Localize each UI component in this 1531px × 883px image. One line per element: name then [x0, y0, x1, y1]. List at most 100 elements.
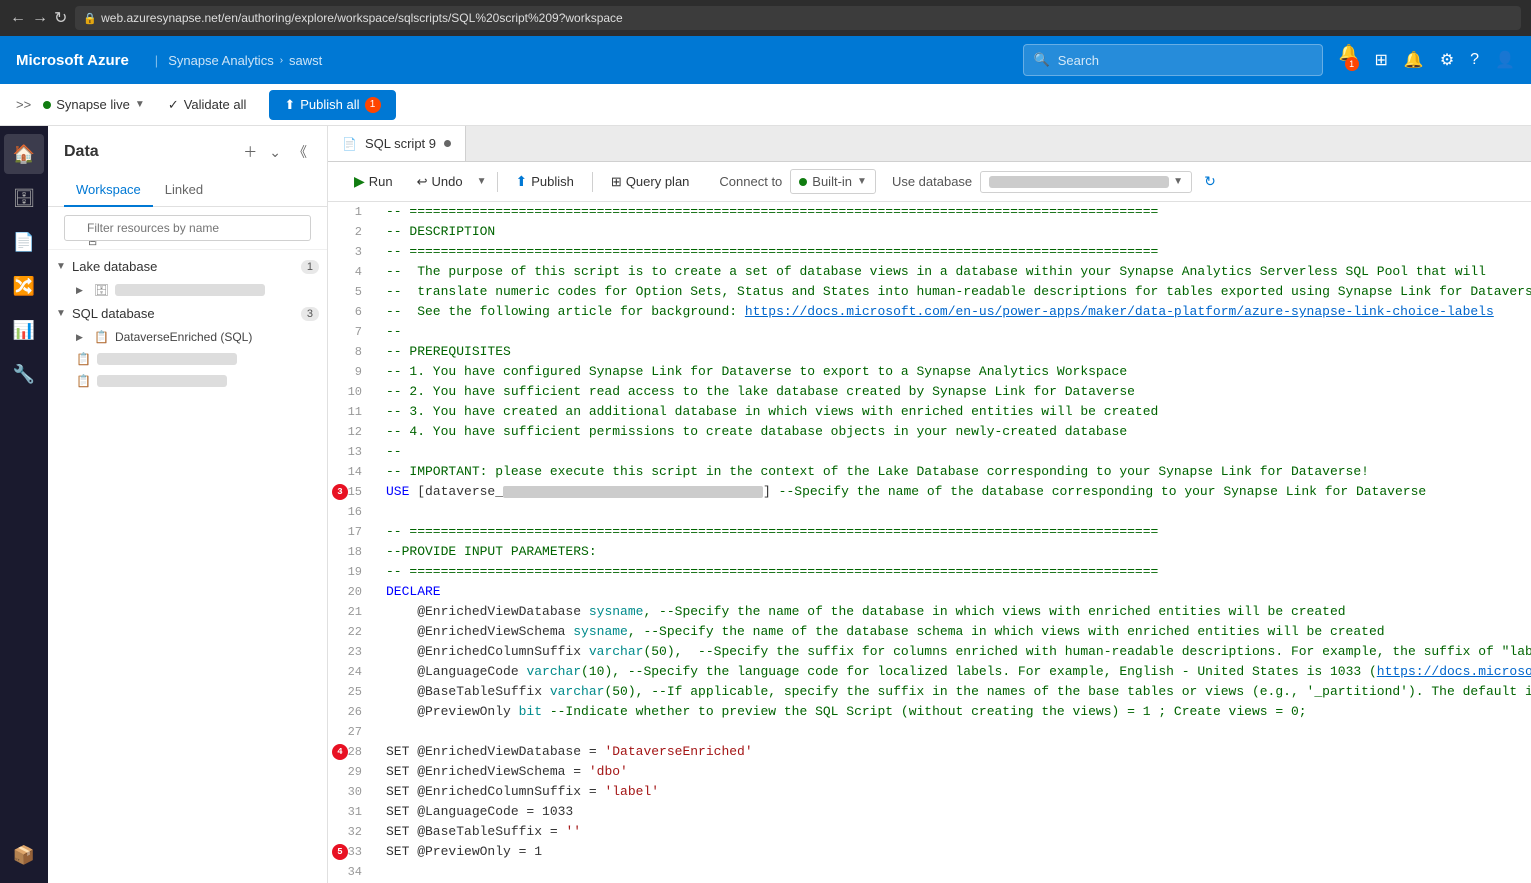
portal-menu-icon[interactable]: ⊞: [1375, 50, 1388, 70]
code-segment: -- =====================================…: [386, 524, 1158, 539]
action-bar: >> Synapse live ▼ ✓ Validate all ⬆ Publi…: [0, 84, 1531, 126]
synapse-live[interactable]: Synapse live ▼: [43, 97, 145, 112]
code-line: 9-- 1. You have configured Synapse Link …: [328, 362, 1531, 382]
sidebar-icon-monitor[interactable]: 📊: [4, 310, 44, 350]
connect-to: Connect to Built-in ▼: [719, 169, 876, 194]
collapse-icon[interactable]: >>: [16, 97, 31, 112]
browser-navigation[interactable]: ← → ↻: [10, 8, 67, 28]
script-tab-name: SQL script 9: [365, 136, 436, 151]
code-line: 6-- See the following article for backgr…: [328, 302, 1531, 322]
code-line: 12-- 4. You have sufficient permissions …: [328, 422, 1531, 442]
filter-input[interactable]: [64, 215, 311, 241]
db-select-value: [989, 176, 1169, 188]
tab-linked[interactable]: Linked: [153, 174, 215, 207]
code-line: 16: [328, 502, 1531, 522]
sidebar-icon-integrate[interactable]: 🔀: [4, 266, 44, 306]
url-bar[interactable]: 🔒 web.azuresynapse.net/en/authoring/expl…: [75, 6, 1521, 30]
undo-label: Undo: [432, 174, 463, 189]
forward-button[interactable]: →: [32, 9, 48, 27]
code-content: @EnrichedColumnSuffix varchar(50), --Spe…: [378, 642, 1531, 662]
code-line: 31SET @LanguageCode = 1033: [328, 802, 1531, 822]
code-segment: -- The purpose of this script is to crea…: [386, 264, 1486, 279]
alerts-icon[interactable]: 🔔: [1404, 50, 1424, 70]
code-segment: -- PREREQUISITES: [386, 344, 511, 359]
db-refresh-button[interactable]: ↻: [1204, 173, 1216, 190]
undo-icon: ↩: [417, 174, 428, 190]
tab-workspace[interactable]: Workspace: [64, 174, 153, 207]
line-number: 11: [328, 402, 378, 422]
sql-db-blurred-1: [97, 353, 237, 365]
code-line: 5-- translate numeric codes for Option S…: [328, 282, 1531, 302]
code-editor[interactable]: 1-- ====================================…: [328, 202, 1531, 883]
publish-label: Publish: [531, 174, 574, 189]
connect-status-dot: [799, 178, 807, 186]
help-icon[interactable]: ?: [1470, 51, 1479, 69]
line-number: 13: [328, 442, 378, 462]
enriched-expand[interactable]: ▶: [76, 332, 88, 343]
lake-db-item-dataverse[interactable]: ▶ 🗄: [48, 279, 327, 301]
sql-db-item-blurred2[interactable]: 📋: [48, 370, 327, 392]
dataverse-expand[interactable]: ▶: [76, 285, 88, 296]
add-resource-button[interactable]: ＋: [239, 138, 261, 166]
code-content: @EnrichedViewDatabase sysname, --Specify…: [378, 602, 1531, 622]
code-segment: [dataverse_: [417, 484, 503, 499]
user-icon[interactable]: 👤: [1495, 50, 1515, 70]
undo-dropdown[interactable]: ↩ Undo ▼: [407, 170, 489, 194]
publish-all-button[interactable]: ⬆ Publish all 1: [269, 90, 395, 120]
undo-caret[interactable]: ▼: [475, 172, 489, 191]
run-button[interactable]: ▶ Run: [344, 169, 403, 194]
run-dropdown[interactable]: ▶ Run: [344, 169, 403, 194]
search-placeholder: Search: [1058, 53, 1099, 68]
query-plan-button[interactable]: ⊞ Query plan: [601, 170, 700, 194]
code-segment: SET @BaseTableSuffix =: [386, 824, 565, 839]
workspace-name[interactable]: sawst: [289, 53, 322, 68]
refresh-resources-button[interactable]: ⌄: [265, 140, 285, 165]
line-number: 32: [328, 822, 378, 842]
code-segment: -- =====================================…: [386, 204, 1158, 219]
script-tab-icon: 📄: [342, 137, 357, 151]
database-icon: 🗄: [94, 283, 109, 297]
undo-button[interactable]: ↩ Undo: [407, 170, 473, 194]
code-segment: varchar: [526, 664, 581, 679]
sidebar-icon-home[interactable]: 🏠: [4, 134, 44, 174]
publish-button[interactable]: ⬆ Publish: [506, 169, 584, 194]
notification-icon[interactable]: 🔔 1: [1339, 43, 1359, 77]
settings-icon[interactable]: ⚙: [1440, 50, 1454, 70]
code-content: --: [378, 442, 1531, 462]
line-number: 12: [328, 422, 378, 442]
validate-all-button[interactable]: ✓ Validate all: [157, 91, 258, 119]
enriched-db-name: DataverseEnriched (SQL): [115, 330, 252, 344]
sidebar-icon-bottom[interactable]: 📦: [4, 835, 44, 875]
sql-database-header[interactable]: ▼ SQL database 3: [48, 301, 327, 326]
code-segment: @EnrichedViewSchema: [386, 624, 573, 639]
sql-db-item-dataverse-enriched[interactable]: ▶ 📋 DataverseEnriched (SQL): [48, 326, 327, 348]
browser-bar: ← → ↻ 🔒 web.azuresynapse.net/en/authorin…: [0, 0, 1531, 36]
sidebar-icon-manage[interactable]: 🔧: [4, 354, 44, 394]
toolbar-sep-2: [592, 172, 593, 192]
sql-db-item-blurred1[interactable]: 📋: [48, 348, 327, 370]
sql-db-blurred-2: [97, 375, 227, 387]
line-number: 20: [328, 582, 378, 602]
refresh-button[interactable]: ↻: [54, 8, 67, 28]
code-content: @BaseTableSuffix varchar(50), --If appli…: [378, 682, 1531, 702]
lake-database-header[interactable]: ▼ Lake database 1: [48, 254, 327, 279]
azure-topbar-icons: 🔔 1 ⊞ 🔔 ⚙ ? 👤: [1339, 43, 1515, 77]
code-segment: -- 2. You have sufficient read access to…: [386, 384, 1135, 399]
service-name[interactable]: Synapse Analytics: [168, 53, 274, 68]
code-line: 3-- ====================================…: [328, 242, 1531, 262]
code-segment: ]: [763, 484, 771, 499]
synapse-live-caret[interactable]: ▼: [135, 99, 145, 110]
back-button[interactable]: ←: [10, 9, 26, 27]
use-db-label: Use database: [892, 174, 972, 189]
connect-to-select[interactable]: Built-in ▼: [790, 169, 876, 194]
script-tab-sql9[interactable]: 📄 SQL script 9: [328, 126, 466, 161]
sidebar-icon-develop[interactable]: 📄: [4, 222, 44, 262]
collapse-panel-button[interactable]: 《: [289, 138, 311, 166]
use-db-select[interactable]: ▼: [980, 171, 1192, 193]
line-number: 7: [328, 322, 378, 342]
line-number: 25: [328, 682, 378, 702]
code-content: --PROVIDE INPUT PARAMETERS:: [378, 542, 1531, 562]
sidebar-icon-data[interactable]: 🗄: [4, 178, 44, 218]
azure-search[interactable]: 🔍 Search: [1023, 44, 1323, 76]
code-segment: --PROVIDE INPUT PARAMETERS:: [386, 544, 597, 559]
